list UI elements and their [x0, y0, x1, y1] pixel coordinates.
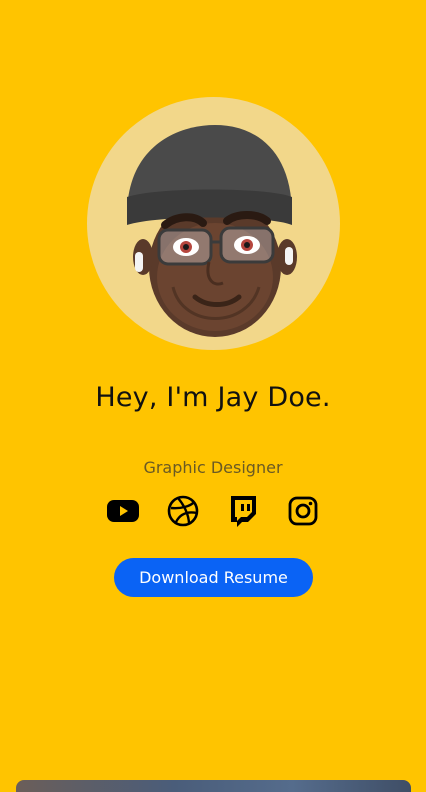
- job-title: Graphic Designer: [143, 458, 283, 477]
- project-preview-card[interactable]: [16, 780, 411, 792]
- profile-page: Hey, I'm Jay Doe. Graphic Designer Downl…: [0, 0, 426, 792]
- dribbble-icon[interactable]: [166, 494, 200, 528]
- avatar: [87, 97, 340, 350]
- page-title: Hey, I'm Jay Doe.: [95, 382, 331, 413]
- social-links: [0, 494, 426, 528]
- twitch-icon[interactable]: [226, 494, 260, 528]
- download-resume-button[interactable]: Download Resume: [114, 558, 313, 597]
- youtube-icon[interactable]: [106, 494, 140, 528]
- memoji-avatar-image: [127, 125, 297, 337]
- instagram-icon[interactable]: [286, 494, 320, 528]
